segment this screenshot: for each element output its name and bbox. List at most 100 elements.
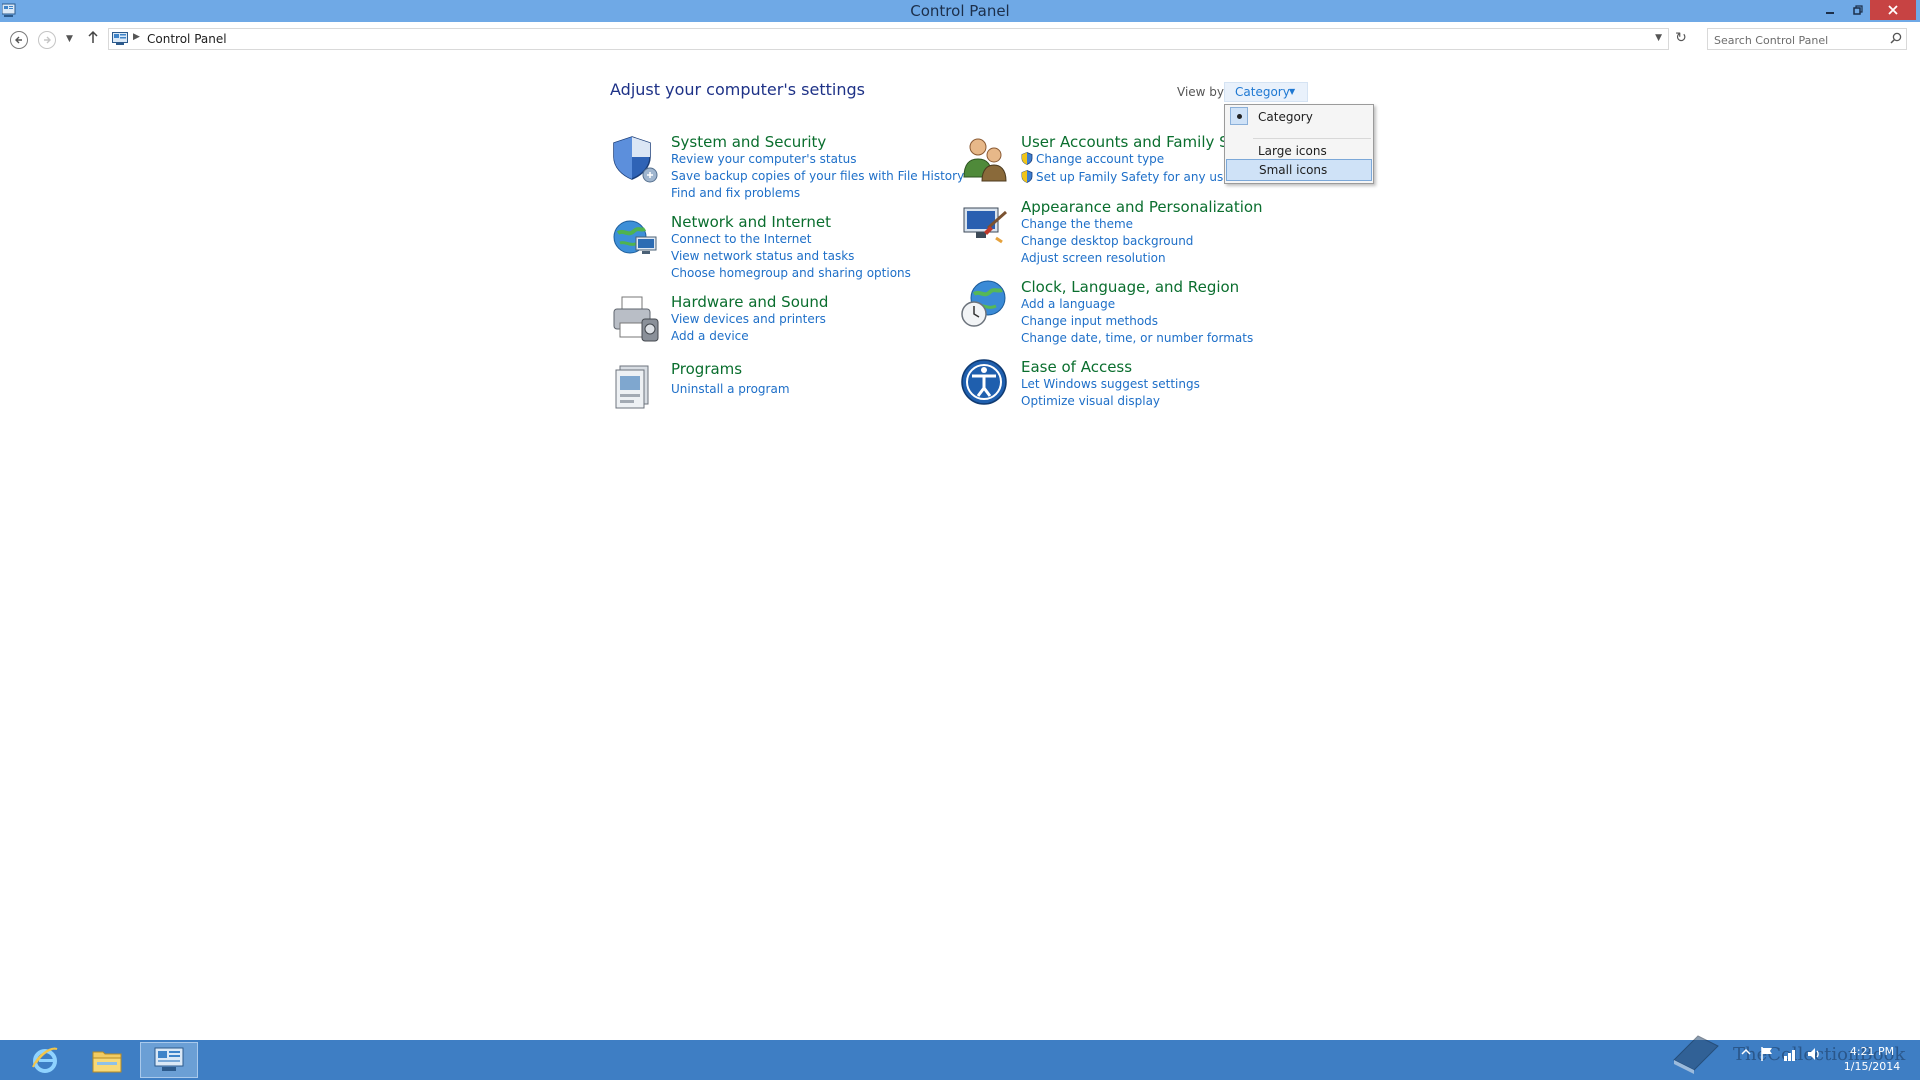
view-by-label: View by: [1177,85,1228,99]
printer-icon[interactable] [610,293,662,345]
menu-separator [1253,138,1371,139]
category-title[interactable]: Ease of Access [1021,358,1132,376]
category-appearance-personalization: Appearance and Personalization Change th… [960,198,1300,268]
link-date-time-formats[interactable]: Change date, time, or number formats [1021,331,1253,345]
category-clock-language-region: Clock, Language, and Region Add a langua… [960,278,1300,348]
taskbar-internet-explorer[interactable] [16,1042,74,1078]
clock-time: 4:21 PM [1849,1045,1895,1058]
page-title: Adjust your computer's settings [610,80,865,99]
forward-button[interactable] [38,31,56,49]
menu-item-label: Category [1258,110,1313,124]
back-arrow-icon [15,36,22,44]
refresh-icon: ↻ [1675,30,1687,46]
forward-arrow-icon [44,36,51,44]
category-title[interactable]: Appearance and Personalization [1021,198,1263,216]
tray-network[interactable] [1782,1046,1798,1065]
programs-icon[interactable] [610,360,662,412]
close-button[interactable] [1870,0,1916,20]
tray-overflow-button[interactable] [1740,1046,1752,1061]
view-by-button[interactable]: Category ▼ [1224,82,1308,102]
link-family-safety[interactable]: Set up Family Safety for any user [1021,170,1236,186]
category-ease-of-access: Ease of Access Let Windows suggest setti… [960,358,1300,414]
caret-up-icon [1741,1048,1751,1055]
refresh-button[interactable]: ↻ [1672,30,1690,48]
taskbar [0,1040,1920,1080]
clock-globe-icon[interactable] [960,278,1012,330]
link-add-device[interactable]: Add a device [671,329,749,343]
link-desktop-background[interactable]: Change desktop background [1021,234,1193,248]
taskbar-clock[interactable]: 4:21 PM 1/15/2014 [1834,1044,1910,1074]
category-title[interactable]: System and Security [671,133,826,151]
uac-shield-icon [1021,152,1033,168]
link-connect-internet[interactable]: Connect to the Internet [671,232,811,246]
shield-icon[interactable] [610,133,662,185]
search-icon[interactable] [1890,32,1902,47]
category-user-accounts: User Accounts and Family Safety Change a… [960,133,1240,189]
restore-icon [1853,5,1863,15]
restore-button[interactable] [1843,0,1873,20]
category-programs: Programs Uninstall a program [610,360,950,410]
window-title: Control Panel [910,2,1010,20]
minimize-button[interactable] [1815,0,1845,20]
recent-locations-button[interactable]: ▼ [66,34,73,44]
navigation-bar: ▼ ▶ Control Panel ▼ ↻ [0,22,1920,58]
menu-item-label: Small icons [1259,163,1328,177]
ease-of-access-icon[interactable] [960,358,1012,410]
close-icon [1888,5,1898,15]
address-history-dropdown[interactable]: ▼ [1655,33,1662,43]
link-windows-suggest-settings[interactable]: Let Windows suggest settings [1021,377,1200,391]
taskbar-file-explorer[interactable] [78,1042,136,1078]
link-add-language[interactable]: Add a language [1021,297,1115,311]
breadcrumb-control-panel[interactable]: Control Panel [147,32,227,46]
category-system-and-security: System and Security Review your computer… [610,133,964,203]
tray-volume[interactable] [1806,1046,1822,1065]
breadcrumb-separator-icon[interactable]: ▶ [133,32,140,42]
radio-bullet-icon [1230,107,1248,125]
monitor-brush-icon[interactable] [960,198,1012,250]
search-input[interactable] [1712,31,1886,49]
link-optimize-visual-display[interactable]: Optimize visual display [1021,394,1160,408]
link-label: Change account type [1036,152,1165,166]
back-button[interactable] [10,31,28,49]
menu-item-category[interactable]: Category [1226,107,1372,127]
menu-item-small-icons[interactable]: Small icons [1226,159,1372,181]
title-bar: Control Panel [0,0,1920,22]
tray-action-center[interactable] [1760,1046,1774,1065]
link-devices-printers[interactable]: View devices and printers [671,312,826,326]
link-review-status[interactable]: Review your computer's status [671,152,857,166]
up-arrow-icon [88,30,98,43]
category-title[interactable]: User Accounts and Family Safety [1021,133,1224,151]
speaker-icon [1808,1048,1819,1060]
link-find-fix-problems[interactable]: Find and fix problems [671,186,800,200]
category-title[interactable]: Programs [671,360,742,378]
link-screen-resolution[interactable]: Adjust screen resolution [1021,251,1166,265]
link-change-theme[interactable]: Change the theme [1021,217,1133,231]
control-panel-icon [112,32,128,49]
link-network-status[interactable]: View network status and tasks [671,249,854,263]
search-box[interactable] [1707,28,1907,50]
network-globe-icon[interactable] [610,213,662,265]
chevron-down-icon: ▼ [66,34,73,44]
minimize-icon [1826,12,1834,14]
link-change-account-type[interactable]: Change account type [1021,152,1164,168]
network-icon [1784,1050,1795,1061]
users-icon[interactable] [960,133,1012,185]
menu-item-label: Large icons [1258,144,1327,158]
address-bar[interactable]: ▶ Control Panel ▼ [108,28,1669,50]
up-button[interactable] [87,30,99,48]
caret-down-icon: ▼ [1289,87,1296,96]
taskbar-control-panel[interactable] [140,1042,198,1078]
view-by-dropdown-menu: Category Large icons Small icons [1224,104,1374,184]
link-homegroup-sharing[interactable]: Choose homegroup and sharing options [671,266,911,280]
category-title[interactable]: Network and Internet [671,213,831,231]
uac-shield-icon [1021,170,1033,186]
category-title[interactable]: Clock, Language, and Region [1021,278,1239,296]
link-file-history[interactable]: Save backup copies of your files with Fi… [671,169,964,183]
link-input-methods[interactable]: Change input methods [1021,314,1158,328]
link-uninstall-program[interactable]: Uninstall a program [671,382,790,396]
clock-date: 1/15/2014 [1843,1060,1901,1073]
category-title[interactable]: Hardware and Sound [671,293,828,311]
internet-explorer-icon [32,1047,58,1073]
link-label: Set up Family Safety for any user [1036,170,1236,184]
menu-item-large-icons[interactable]: Large icons [1226,141,1372,161]
